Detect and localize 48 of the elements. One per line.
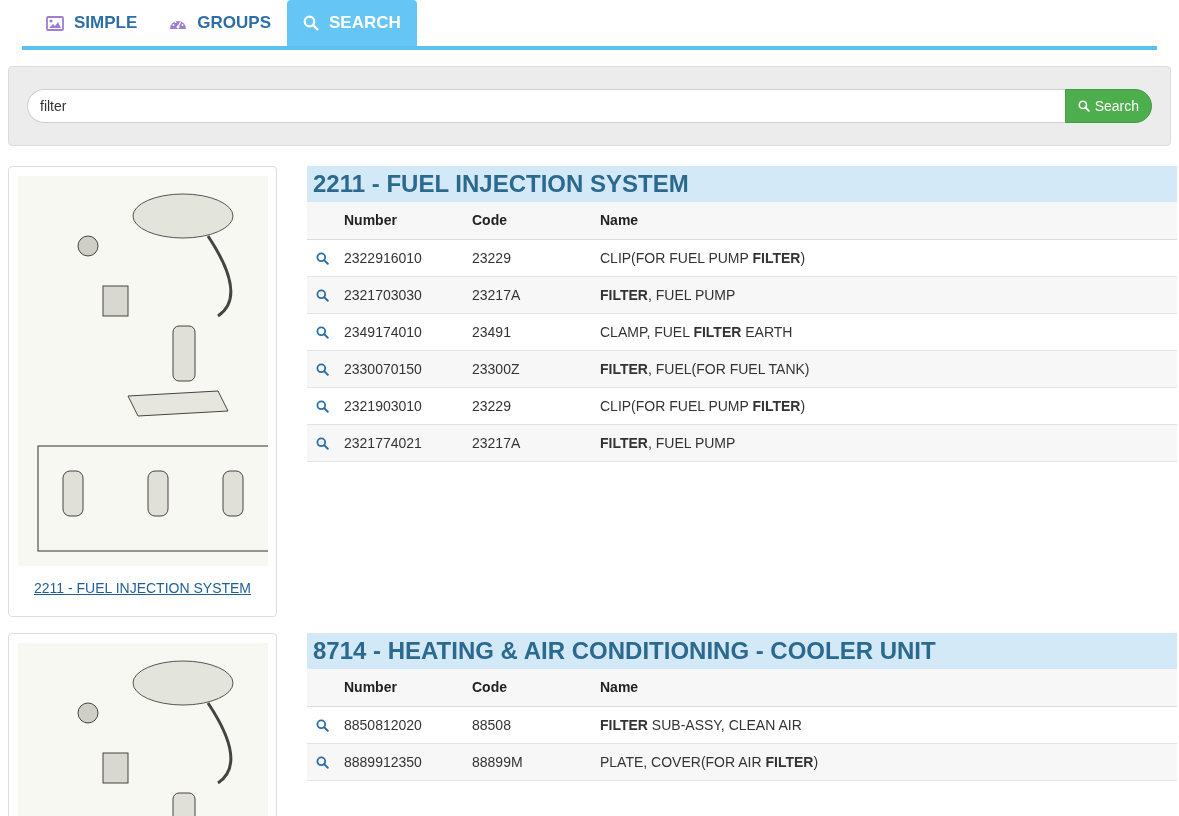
table-cell-text: PLATE, COVER(FOR AIR FILTER) — [600, 752, 820, 772]
table-cell-text: 2330070150 — [344, 359, 423, 379]
table-cell-text: 23229 — [472, 396, 512, 416]
table-cell-text: 23491 — [472, 322, 512, 342]
table-cell-text: 2322916010 — [344, 248, 423, 268]
table-cell-text: 23217A — [472, 433, 522, 453]
search-icon[interactable] — [316, 436, 329, 450]
table-cell-text: FILTER SUB-ASSY, CLEAN AIR — [600, 715, 803, 735]
table-cell-text: FILTER, FUEL PUMP — [600, 285, 737, 305]
table-cell-text: CLIP(FOR FUEL PUMP FILTER) — [600, 248, 807, 268]
table-cell-text: 8850812020 — [344, 715, 423, 735]
search-button[interactable]: Search — [1064, 89, 1152, 123]
tab[interactable]: GROUPS — [153, 0, 287, 46]
table-cell-text: 2321903010 — [344, 396, 423, 416]
search-icon[interactable] — [316, 251, 329, 265]
search-icon[interactable] — [316, 399, 329, 413]
column-header: Code — [472, 211, 508, 230]
table-cell-text: CLIP(FOR FUEL PUMP FILTER) — [600, 396, 807, 416]
column-header: Number — [344, 211, 398, 230]
table-cell-text: 88508 — [472, 715, 512, 735]
table-cell-text: 23300Z — [472, 359, 521, 379]
search-icon[interactable] — [316, 718, 329, 732]
table-cell-text: 23229 — [472, 248, 512, 268]
section-title: 2211 - FUEL INJECTION SYSTEM — [307, 166, 1177, 202]
search-field[interactable]: filter — [27, 89, 1065, 123]
column-header: Name — [600, 211, 640, 230]
search-icon — [1077, 100, 1090, 112]
table-cell-text: FILTER, FUEL(FOR FUEL TANK) — [600, 359, 811, 379]
tab[interactable]: SIMPLE — [30, 0, 154, 46]
table-cell-text: 2321774021 — [344, 433, 423, 453]
table-cell-text: 8889912350 — [344, 752, 423, 772]
column-header: Number — [344, 678, 398, 697]
table-cell-text: 2321703030 — [344, 285, 423, 305]
search-icon — [303, 15, 319, 31]
search-icon[interactable] — [316, 755, 329, 769]
search-icon[interactable] — [316, 362, 329, 376]
table-cell-text: 2349174010 — [344, 322, 423, 342]
search-icon[interactable] — [316, 325, 329, 339]
image-icon — [46, 15, 64, 31]
search-icon[interactable] — [316, 288, 329, 302]
table-cell-text: 23217A — [472, 285, 522, 305]
column-header: Name — [600, 678, 640, 697]
table-cell-text: FILTER, FUEL PUMP — [600, 433, 737, 453]
table-cell-text: 88899M — [472, 752, 524, 772]
section-title: 8714 - HEATING & AIR CONDITIONING - COOLER UNIT — [307, 633, 1177, 669]
column-header: Code — [472, 678, 508, 697]
group-link[interactable]: 2211 - FUEL INJECTION SYSTEM — [33, 578, 252, 599]
table-cell-text: CLAMP, FUEL FILTER EARTH — [600, 322, 794, 342]
